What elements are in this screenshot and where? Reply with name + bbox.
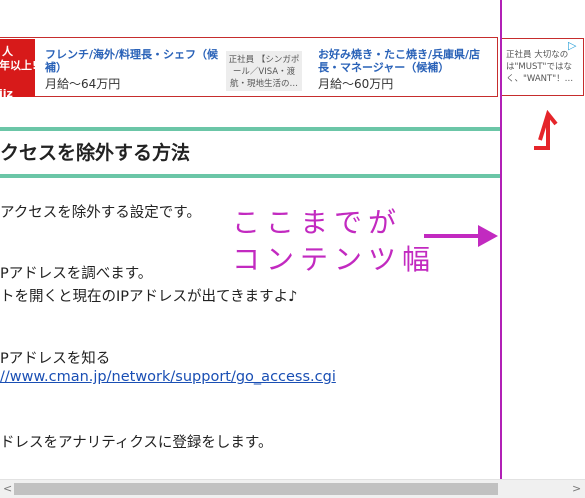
heading-bottom-rule bbox=[0, 174, 500, 178]
article-link-line: //www.cman.jp/network/support/go_access.… bbox=[0, 369, 336, 385]
ad-job-1-title[interactable]: フレンチ/海外/料理長・シェフ（候補） bbox=[45, 48, 225, 74]
article-line-2: Pアドレスを調べます。 bbox=[0, 266, 153, 282]
content-width-line bbox=[500, 0, 502, 498]
ad-job-1[interactable]: フレンチ/海外/料理長・シェフ（候補） 月給〜64万円 bbox=[45, 48, 225, 91]
ad-job-1-detail[interactable]: 正社員 【シンガポール／VISA・渡航・現地生活の… bbox=[226, 51, 302, 91]
horizontal-scrollbar[interactable]: < > bbox=[0, 479, 585, 498]
ad-red-text-2: 年以上! bbox=[0, 59, 38, 72]
article-line-1: アクセスを除外する設定です。 bbox=[0, 205, 201, 221]
annotation-text-2: コンテンツ幅 bbox=[232, 243, 437, 276]
ad-job-2[interactable]: お好み焼き・たこ焼き/兵庫県/店長・マネージャー（候補） 月給〜60万円 bbox=[318, 48, 493, 91]
cman-access-link[interactable]: //www.cman.jp/network/support/go_access.… bbox=[0, 369, 336, 385]
annotation-arrow-icon bbox=[424, 225, 498, 247]
ad-job-1-salary: 月給〜64万円 bbox=[45, 77, 121, 91]
article-line-5: ドレスをアナリティクスに登録をします。 bbox=[0, 435, 273, 451]
ad-job-2-title[interactable]: お好み焼き・たこ焼き/兵庫県/店長・マネージャー（候補） bbox=[318, 48, 493, 74]
ad-red-logo[interactable]: 人 年以上! iiz bbox=[0, 39, 38, 100]
ad-red-text-1: 人 bbox=[2, 45, 13, 58]
ad-job-2-salary: 月給〜60万円 bbox=[318, 77, 394, 91]
red-hook-arrow-icon bbox=[534, 110, 558, 150]
section-heading: クセスを除外する方法 bbox=[0, 142, 191, 164]
scrollbar-thumb[interactable] bbox=[14, 483, 498, 495]
ad-frame: 人 年以上! iiz フレンチ/海外/料理長・シェフ（候補） 月給〜64万円 正… bbox=[0, 37, 498, 100]
article-line-3: トを開くと現在のIPアドレスが出てきますよ♪ bbox=[0, 289, 298, 305]
scroll-left-arrow-icon[interactable]: < bbox=[3, 482, 12, 495]
adchoices-icon[interactable]: ▷ bbox=[568, 39, 576, 52]
ad-banner[interactable]: 人 年以上! iiz フレンチ/海外/料理長・シェフ（候補） 月給〜64万円 正… bbox=[0, 37, 585, 100]
article-line-4: Pアドレスを知る bbox=[0, 351, 111, 367]
heading-top-rule bbox=[0, 127, 500, 131]
annotation-text-1: ここまでが bbox=[232, 206, 403, 239]
ad-red-text-3: iiz bbox=[0, 87, 13, 100]
scroll-right-arrow-icon[interactable]: > bbox=[572, 482, 581, 495]
